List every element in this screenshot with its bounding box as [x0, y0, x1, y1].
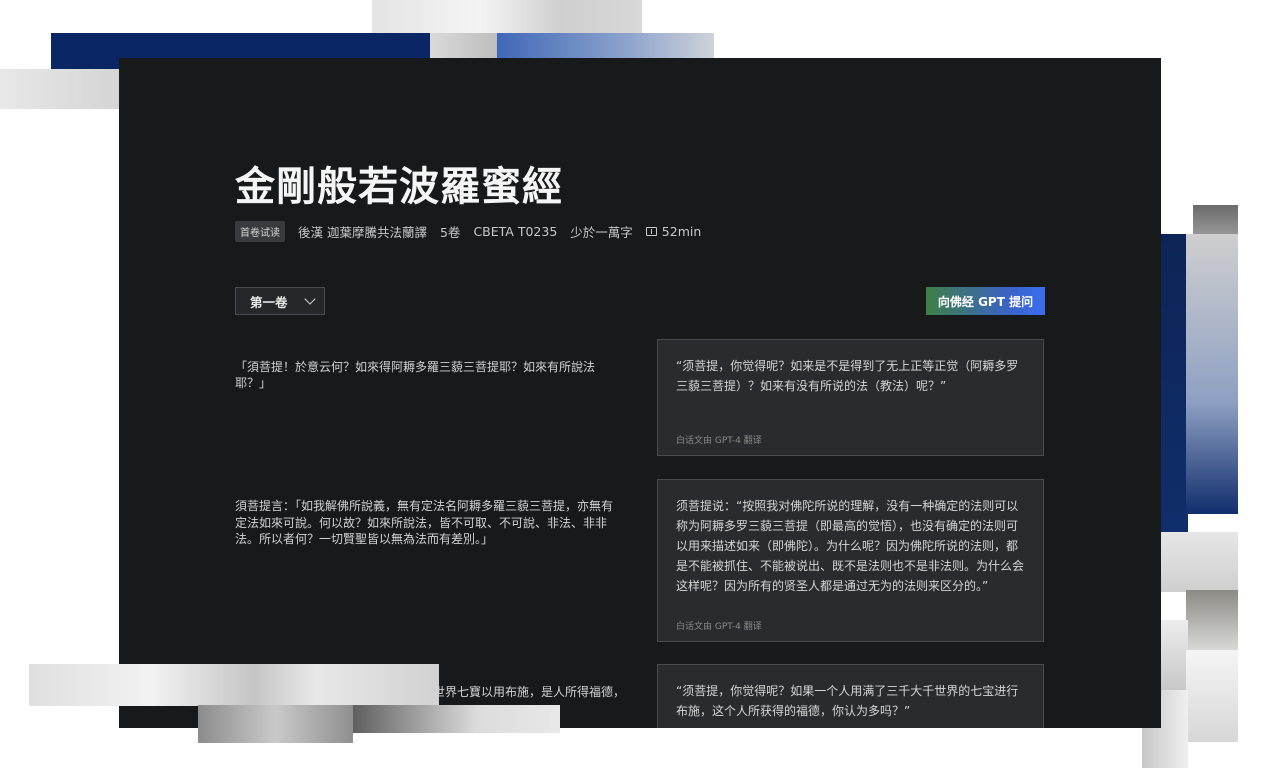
decorative-block — [1186, 234, 1238, 514]
decorative-block — [1160, 620, 1188, 690]
decorative-block — [1186, 650, 1238, 742]
decorative-block — [353, 705, 560, 733]
volume-dropdown[interactable]: 第一卷 — [235, 287, 325, 315]
ask-gpt-button[interactable]: 向佛经 GPT 提问 — [926, 287, 1045, 315]
volume-dropdown-value: 第一卷 — [250, 294, 288, 310]
book-icon — [645, 226, 657, 236]
decorative-block — [0, 69, 122, 109]
sutra-meta: 首卷试读 後漢 迦葉摩騰共法蘭譯 5卷 CBETA T0235 少於一萬字 52… — [235, 220, 702, 242]
translation-note: 白话文由 GPT-4 翻译 — [676, 622, 762, 632]
decorative-block — [1160, 532, 1238, 592]
decorative-block — [372, 0, 642, 34]
volume-count: 5卷 — [439, 224, 461, 240]
translation-text: 须菩提说：“按照我对佛陀所说的理解，没有一种确定的法则可以称为阿耨多罗三藐三菩提… — [676, 499, 1025, 593]
reading-time: 52min — [645, 223, 702, 239]
translation-text: “须菩提，你觉得呢？如来是不是得到了无上正等正觉（阿耨多罗三藐三菩提）？如来有没… — [676, 359, 1019, 393]
reading-time-value: 52min — [661, 223, 702, 239]
chevron-down-icon — [304, 293, 316, 305]
translator: 後漢 迦葉摩騰共法蘭譯 — [298, 224, 427, 240]
translation-card: 须菩提说：“按照我对佛陀所说的理解，没有一种确定的法则可以称为阿耨多罗三藐三菩提… — [657, 479, 1044, 642]
sutra-reader-panel: 金剛般若波羅蜜經 首卷试读 後漢 迦葉摩騰共法蘭譯 5卷 CBETA T0235… — [119, 58, 1161, 728]
translation-text: “须菩提，你觉得呢？如果一个人用满了三千大千世界的七宝进行布施，这个人所获得的福… — [676, 684, 1019, 718]
text-length: 少於一萬字 — [570, 224, 633, 240]
catalog-id: CBETA T0235 — [473, 223, 558, 239]
translation-note: 白话文由 GPT-4 翻译 — [676, 436, 762, 446]
decorative-block — [1160, 234, 1188, 534]
decorative-block — [1186, 590, 1238, 650]
original-text: 須菩提言：「如我解佛所說義，無有定法名阿耨多羅三藐三菩提，亦無有定法如來可說。何… — [235, 499, 614, 546]
translation-card: “须菩提，你觉得呢？如果一个人用满了三千大千世界的七宝进行布施，这个人所获得的福… — [657, 664, 1044, 728]
sutra-title: 金剛般若波羅蜜經 — [235, 163, 563, 210]
original-text: 世界七寶以用布施，是人所得福德， — [433, 685, 626, 699]
translation-card: “须菩提，你觉得呢？如来是不是得到了无上正等正觉（阿耨多罗三藐三菩提）？如来有没… — [657, 339, 1044, 456]
decorative-block — [198, 705, 353, 743]
trial-badge: 首卷试读 — [235, 220, 285, 242]
decorative-block — [29, 664, 439, 706]
decorative-block — [1193, 205, 1238, 237]
original-text: 「須菩提！於意云何？如來得阿耨多羅三藐三菩提耶？如來有所說法耶？」 — [235, 360, 596, 390]
